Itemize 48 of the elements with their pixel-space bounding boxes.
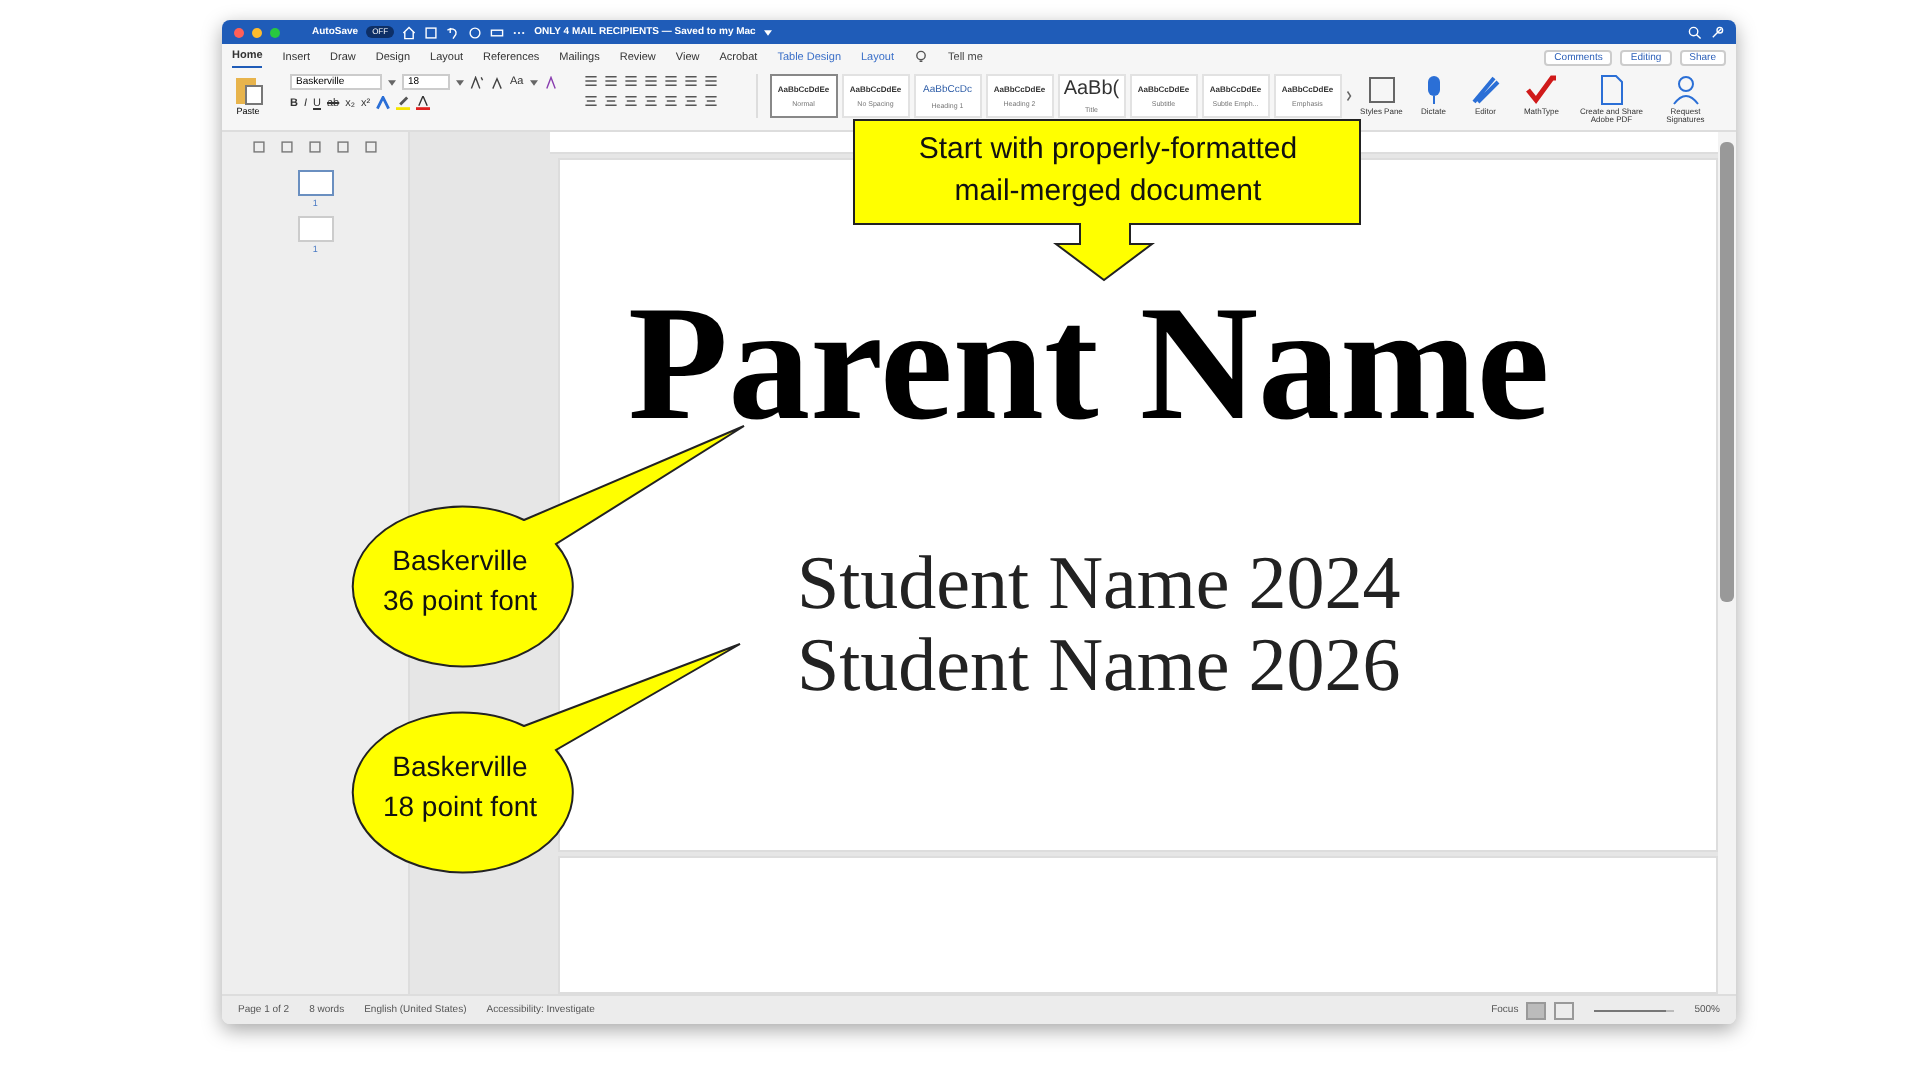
person-icon	[1669, 74, 1702, 106]
document-icon	[1595, 74, 1628, 106]
clear-format-icon[interactable]	[543, 75, 558, 89]
lightbulb-icon	[914, 50, 929, 64]
alignment-icon[interactable]	[683, 94, 698, 108]
callout-text: 36 point font	[382, 582, 538, 620]
highlighter-icon[interactable]	[396, 96, 411, 110]
shrink-font-icon[interactable]	[490, 75, 504, 89]
document-line: Student Name 2026	[796, 626, 1401, 708]
radical-icon	[1525, 74, 1558, 106]
caret-icon[interactable]	[763, 29, 772, 35]
paragraph-tool-icon[interactable]	[603, 74, 618, 88]
text-effects-icon[interactable]	[376, 96, 391, 110]
pen-icon	[1469, 74, 1502, 106]
caret-icon[interactable]	[529, 79, 538, 85]
callout-text: Baskerville	[392, 748, 528, 786]
callout-text: Start with properly-formatted	[918, 130, 1298, 170]
page-thumbnail[interactable]	[297, 216, 334, 242]
alignment-icon[interactable]	[663, 94, 678, 108]
caret-icon[interactable]	[456, 79, 464, 85]
document-heading: Parent Name	[628, 280, 1550, 448]
paragraph-tool-icon[interactable]	[663, 74, 678, 88]
undo-icon[interactable]	[446, 25, 461, 39]
alignment-icon[interactable]	[603, 94, 618, 108]
paragraph-tool-icon[interactable]	[643, 74, 658, 88]
alignment-icon[interactable]	[643, 94, 658, 108]
paragraph-tool-icon[interactable]	[623, 74, 638, 88]
callout-text: mail-merged document	[954, 172, 1262, 212]
page-thumbnail[interactable]	[297, 170, 334, 196]
zoom-icon[interactable]	[270, 27, 280, 37]
share-link-icon[interactable]	[1710, 25, 1724, 39]
home-icon[interactable]	[402, 25, 417, 39]
chevron-right-icon[interactable]	[1345, 90, 1352, 102]
scrollbar[interactable]	[1720, 142, 1734, 602]
font-color-icon[interactable]	[416, 96, 431, 110]
minimize-icon[interactable]	[252, 27, 262, 37]
alignment-icon[interactable]	[623, 94, 638, 108]
search-icon[interactable]	[1688, 25, 1702, 39]
paragraph-tool-icon[interactable]	[583, 74, 598, 88]
caret-icon[interactable]	[388, 79, 396, 85]
alignment-icon[interactable]	[703, 94, 718, 108]
callout-text: 18 point font	[382, 788, 538, 826]
grow-font-icon[interactable]	[470, 75, 484, 89]
paragraph-tool-icon[interactable]	[683, 74, 698, 88]
alignment-icon[interactable]	[583, 94, 598, 108]
document-line: Student Name 2024	[796, 544, 1401, 626]
callout-text: Baskerville	[392, 542, 528, 580]
paragraph-tool-icon[interactable]	[703, 74, 718, 88]
